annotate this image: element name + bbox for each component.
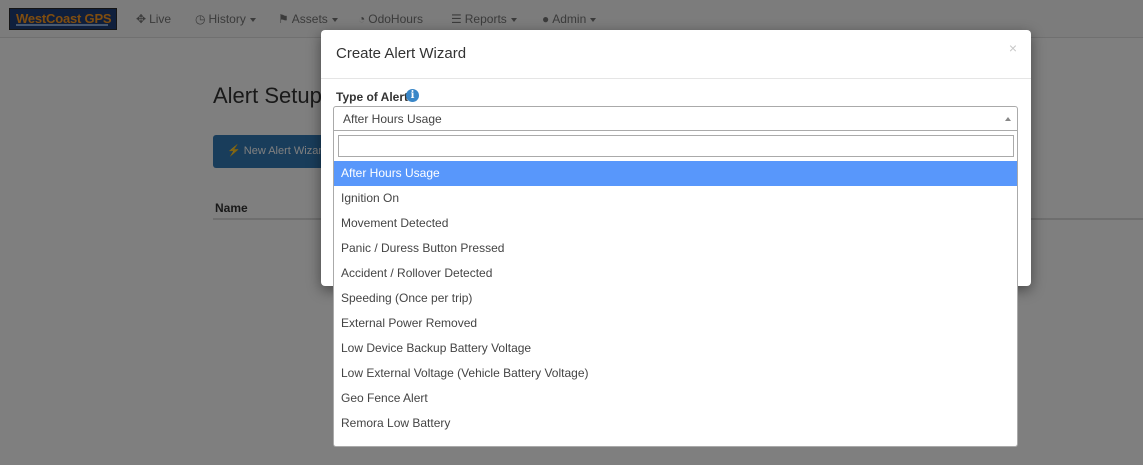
alert-type-selected-value: After Hours Usage xyxy=(343,112,442,126)
alert-type-options: After Hours Usage Ignition On Movement Det… xyxy=(334,161,1017,436)
alert-type-option[interactable]: Remora Low Battery xyxy=(334,411,1017,436)
alert-type-option[interactable]: Panic / Duress Button Pressed xyxy=(334,236,1017,261)
alert-type-option[interactable]: Geo Fence Alert xyxy=(334,386,1017,411)
modal-header-divider xyxy=(321,78,1031,79)
info-icon[interactable]: i xyxy=(406,89,419,102)
chevron-up-icon xyxy=(1005,117,1011,121)
close-icon[interactable]: × xyxy=(1009,40,1017,56)
alert-type-label: Type of Alert xyxy=(336,90,409,104)
alert-type-dropdown: After Hours Usage Ignition On Movement Det… xyxy=(333,131,1018,447)
alert-type-option[interactable]: Low External Voltage (Vehicle Battery Vo… xyxy=(334,361,1017,386)
alert-type-option[interactable]: Movement Detected xyxy=(334,211,1017,236)
alert-type-option[interactable]: External Power Removed xyxy=(334,311,1017,336)
alert-type-search-input[interactable] xyxy=(338,135,1014,157)
modal-title: Create Alert Wizard xyxy=(336,45,467,62)
alert-type-option[interactable]: Ignition On xyxy=(334,186,1017,211)
alert-type-select[interactable]: After Hours Usage xyxy=(333,106,1018,131)
alert-type-option[interactable]: After Hours Usage xyxy=(334,161,1017,186)
alert-type-option[interactable]: Speeding (Once per trip) xyxy=(334,286,1017,311)
alert-type-option[interactable]: Low Device Backup Battery Voltage xyxy=(334,336,1017,361)
alert-type-option[interactable]: Accident / Rollover Detected xyxy=(334,261,1017,286)
